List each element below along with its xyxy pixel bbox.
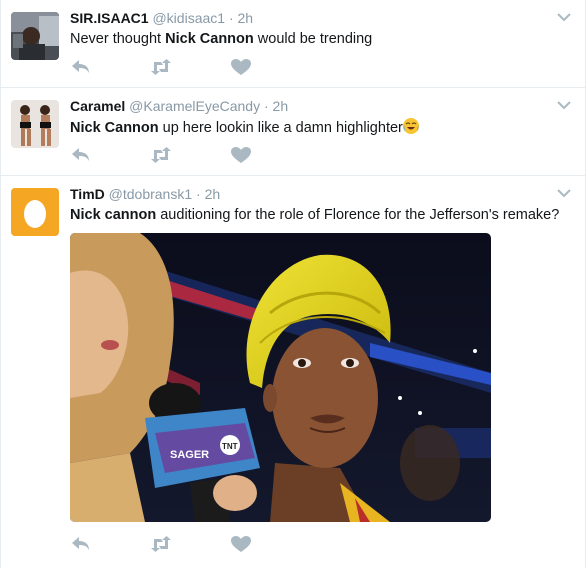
reply-icon[interactable] <box>70 535 92 553</box>
reply-icon[interactable] <box>70 58 92 76</box>
mic-sager-label: SAGER <box>170 449 209 461</box>
timestamp[interactable]: 2h <box>205 186 221 202</box>
display-name[interactable]: SIR.ISAAC1 <box>70 10 149 26</box>
display-name[interactable]: Caramel <box>70 98 125 114</box>
default-egg-avatar[interactable] <box>11 188 59 236</box>
reply-icon[interactable] <box>70 146 92 164</box>
like-icon[interactable] <box>230 535 252 553</box>
tweet-text-after: auditioning for the role of Florence for… <box>156 207 560 223</box>
tweet-text-after: would be trending <box>253 31 373 47</box>
retweet-icon[interactable] <box>150 146 172 164</box>
display-name[interactable]: TimD <box>70 186 105 202</box>
tweet-text: Nick cannon auditioning for the role of … <box>70 206 559 224</box>
user-handle[interactable]: @tdobransk1 <box>109 186 192 202</box>
separator: · <box>196 186 201 202</box>
hashtag-topic[interactable]: Nick cannon <box>70 207 156 223</box>
tweet-photo[interactable]: SAGER TNT <box>70 233 491 522</box>
avatar[interactable] <box>11 100 59 148</box>
face-with-tears-of-joy-icon <box>402 118 419 134</box>
tweet-header: Caramel @KaramelEyeCandy · 2h <box>70 98 288 114</box>
avatar[interactable] <box>11 12 59 60</box>
user-handle[interactable]: @kidisaac1 <box>152 10 225 26</box>
like-icon[interactable] <box>230 146 252 164</box>
separator: · <box>228 10 234 26</box>
like-icon[interactable] <box>230 58 252 76</box>
tweet-text: Never thought Nick Cannon would be trend… <box>70 30 372 48</box>
mic-tnt-logo: TNT <box>222 442 238 451</box>
hashtag-topic[interactable]: Nick Cannon <box>70 120 159 136</box>
timestamp[interactable]: 2h <box>273 98 289 114</box>
tweet-text-after: up here lookin like a damn highlighter <box>158 120 403 136</box>
chevron-down-icon[interactable] <box>557 100 571 110</box>
retweet-icon[interactable] <box>150 535 172 553</box>
timestamp[interactable]: 2h <box>238 10 254 26</box>
tweet[interactable]: SIR.ISAAC1 @kidisaac1 · 2h Never thought… <box>1 0 586 88</box>
timeline: SIR.ISAAC1 @kidisaac1 · 2h Never thought… <box>0 0 586 568</box>
tweet-text: Nick Cannon up here lookin like a damn h… <box>70 118 419 137</box>
hashtag-topic[interactable]: Nick Cannon <box>165 31 254 47</box>
chevron-down-icon[interactable] <box>557 188 571 198</box>
chevron-down-icon[interactable] <box>557 12 571 22</box>
tweet-text-before: Never thought <box>70 31 166 47</box>
retweet-icon[interactable] <box>150 58 172 76</box>
tweet[interactable]: Caramel @KaramelEyeCandy · 2h Nick Canno… <box>1 88 586 176</box>
mic-flag-text: SAGER <box>170 449 209 461</box>
tweet-header: TimD @tdobransk1 · 2h <box>70 186 220 202</box>
tweet-header: SIR.ISAAC1 @kidisaac1 · 2h <box>70 10 253 26</box>
separator: · <box>263 98 269 114</box>
tweet[interactable]: TimD @tdobransk1 · 2h Nick cannon auditi… <box>1 176 586 568</box>
user-handle[interactable]: @KaramelEyeCandy <box>129 98 260 114</box>
